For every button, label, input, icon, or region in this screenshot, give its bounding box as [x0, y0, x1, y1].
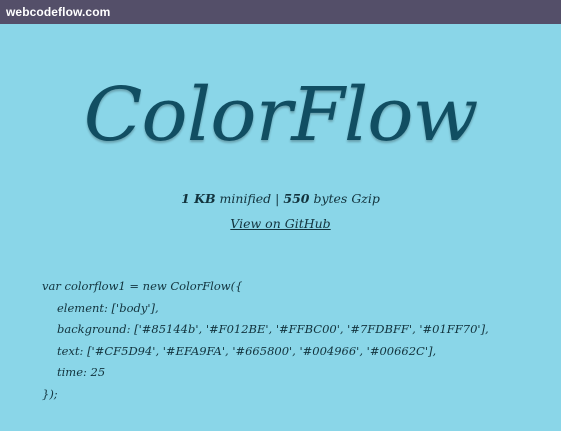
- code-line: text: ['#CF5D94', '#EFA9FA', '#665800', …: [57, 343, 437, 358]
- code-line: element: ['body'],: [57, 300, 159, 315]
- gzip-label: bytes Gzip: [313, 191, 380, 206]
- github-link[interactable]: View on GitHub: [230, 216, 330, 231]
- size-info: 1 KB minified | 550 bytes Gzip: [0, 191, 561, 206]
- size-min: 1 KB: [181, 191, 216, 206]
- code-line: var colorflow1 = new ColorFlow({: [42, 279, 243, 293]
- top-bar: webcodeflow.com: [0, 0, 561, 24]
- site-name[interactable]: webcodeflow.com: [6, 5, 110, 19]
- code-line: background: ['#85144b', '#F012BE', '#FFB…: [57, 322, 489, 336]
- minified-label: minified: [219, 191, 272, 206]
- separator: |: [275, 191, 280, 206]
- code-line: });: [42, 386, 58, 401]
- github-link-container: View on GitHub: [0, 216, 561, 231]
- hero-title: ColorFlow: [83, 72, 479, 158]
- code-line: time: 25: [57, 365, 106, 379]
- code-block: var colorflow1 = new ColorFlow({ element…: [42, 276, 489, 405]
- size-gzip: 550: [283, 191, 310, 206]
